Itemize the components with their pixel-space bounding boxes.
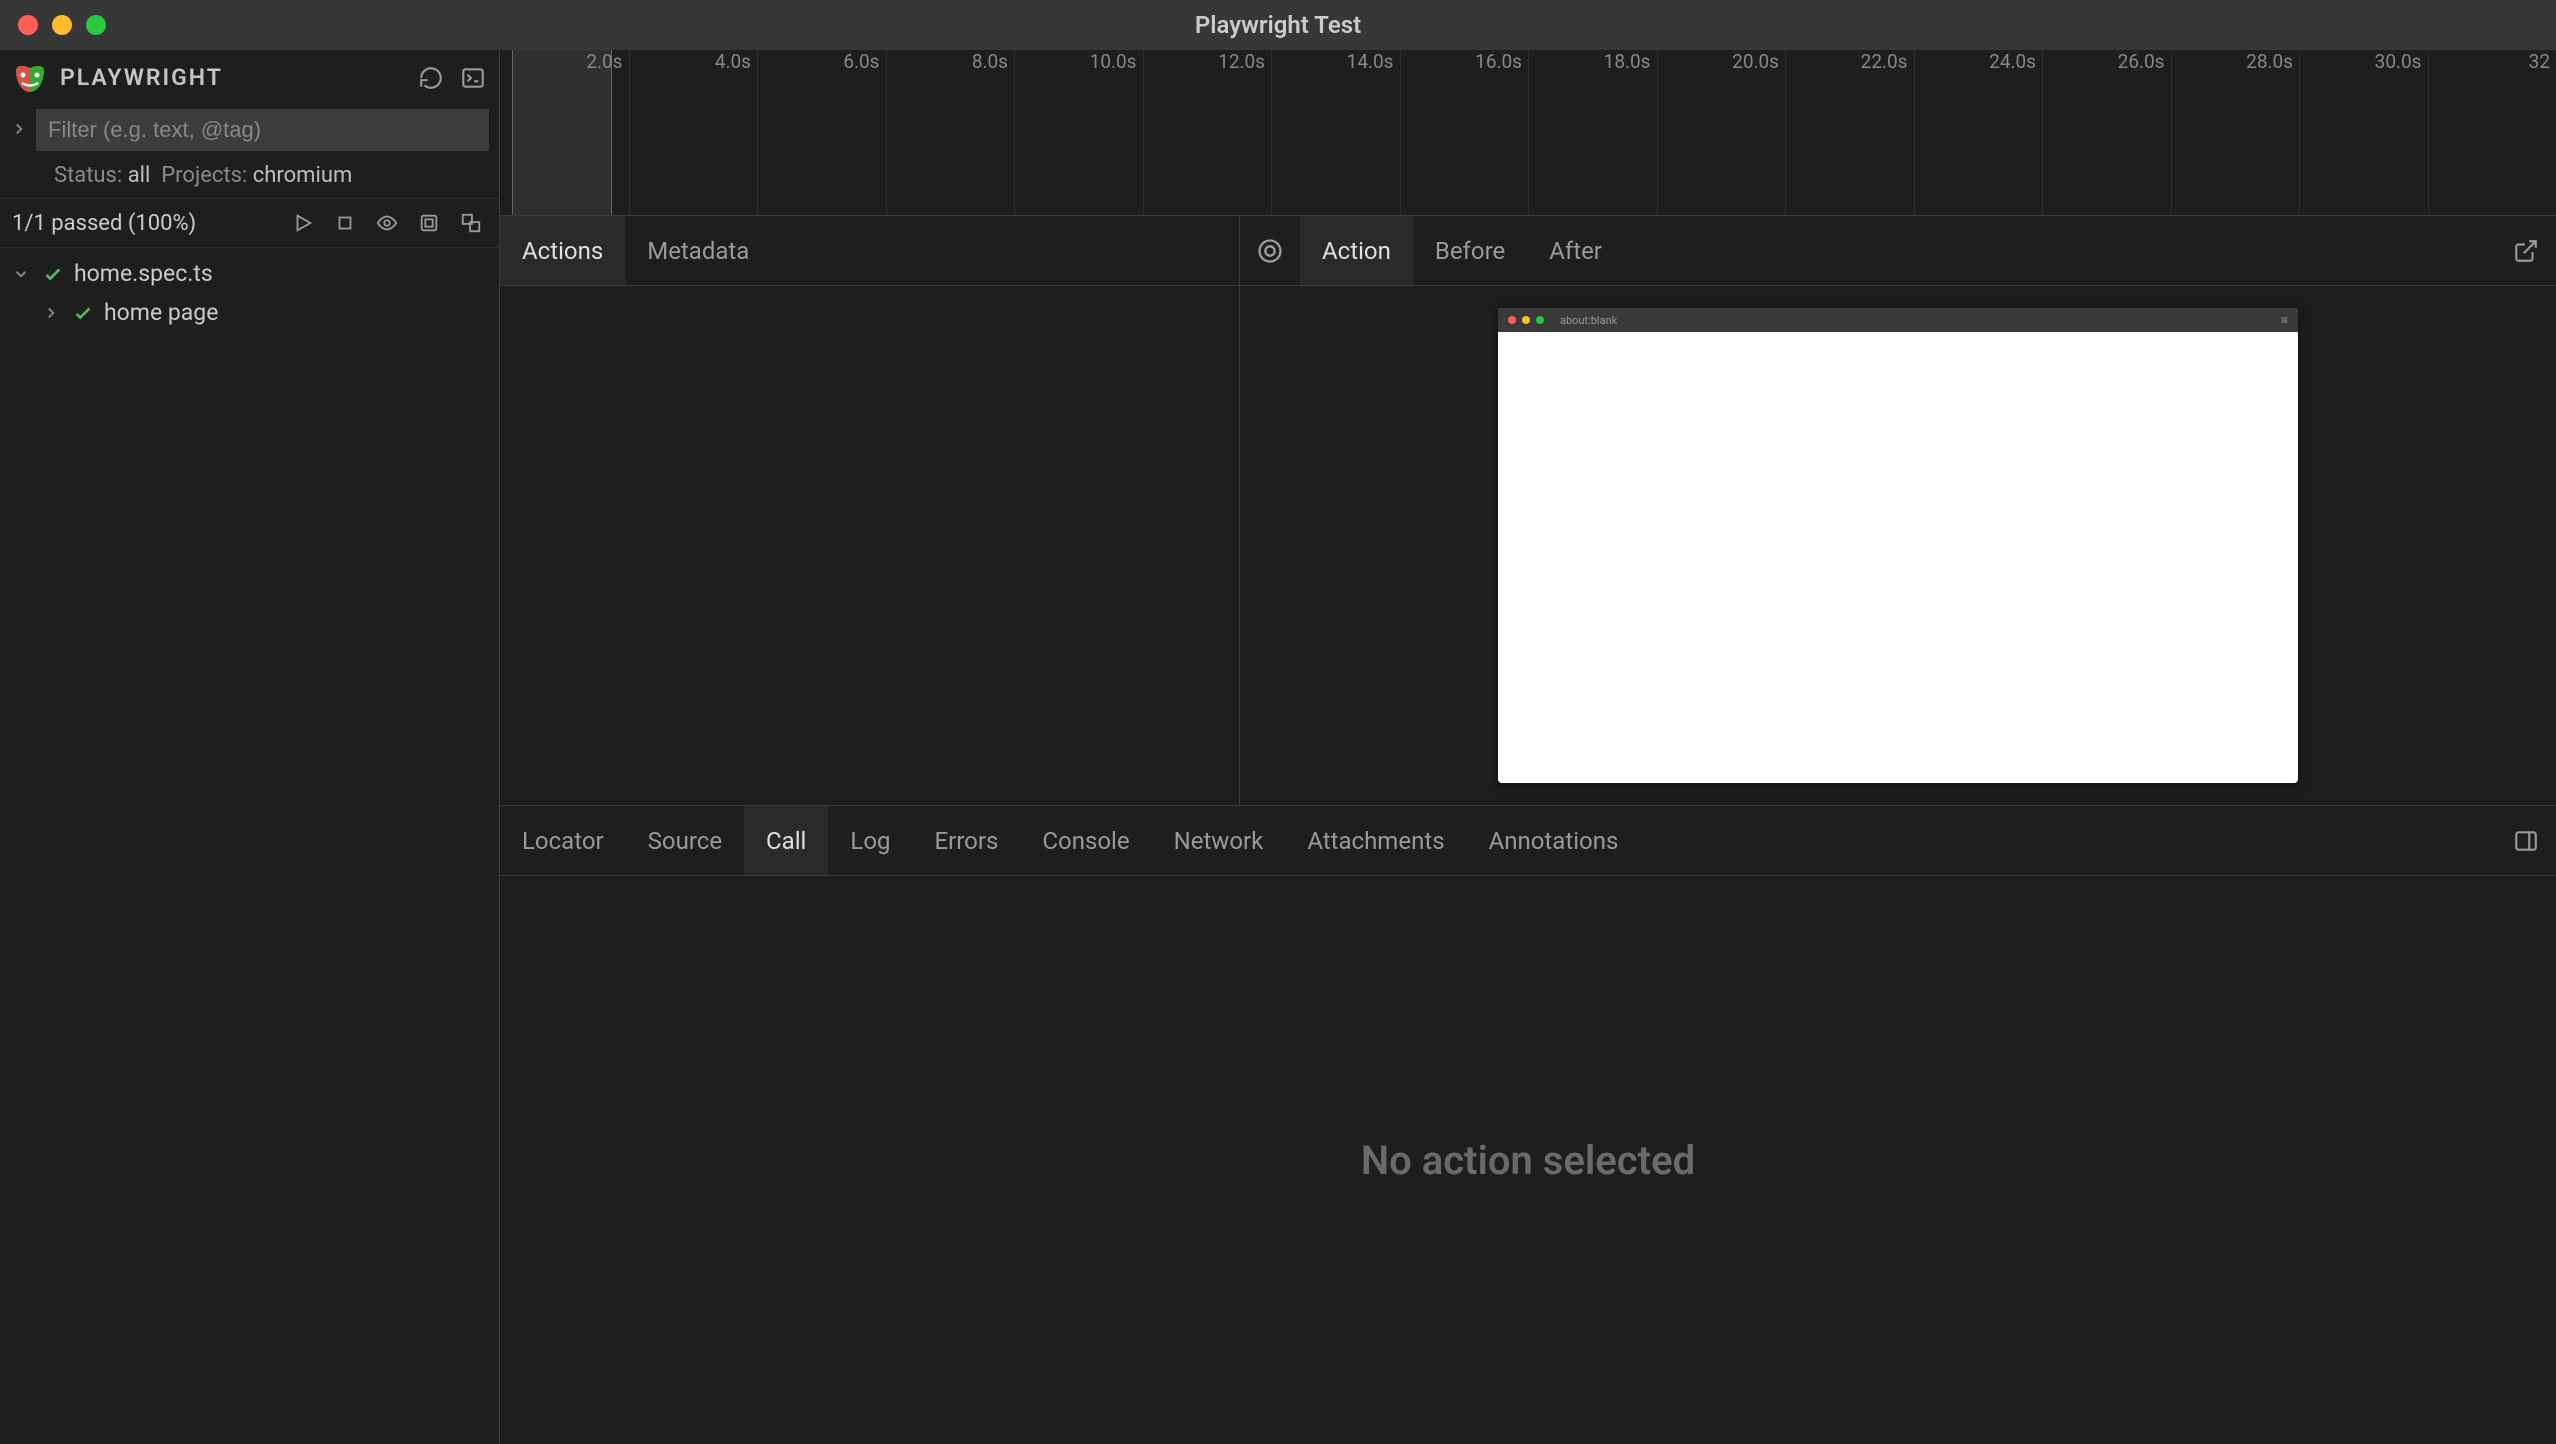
tree-item-file[interactable]: home.spec.ts — [0, 254, 499, 293]
tab-attachments[interactable]: Attachments — [1285, 806, 1466, 875]
check-icon — [72, 302, 94, 324]
timeline-gridline — [1014, 50, 1015, 215]
timeline-gridline — [629, 50, 630, 215]
tab-errors[interactable]: Errors — [913, 806, 1021, 875]
browser-content — [1498, 332, 2298, 783]
tab-action[interactable]: Action — [1300, 216, 1413, 285]
timeline-tick-label: 28.0s — [2246, 50, 2299, 73]
reload-button[interactable] — [415, 62, 447, 94]
timeline-tick-label: 30.0s — [2375, 50, 2428, 73]
browser-url: about:blank — [1560, 314, 1617, 327]
timeline-tick-label: 20.0s — [1732, 50, 1785, 73]
tab-log[interactable]: Log — [828, 806, 912, 875]
timeline-tick-label: 32 — [2529, 50, 2556, 73]
timeline-tick-label: 22.0s — [1861, 50, 1914, 73]
close-window-button[interactable] — [18, 15, 38, 35]
filter-expand-chevron-icon[interactable] — [10, 120, 30, 140]
timeline-gridline — [757, 50, 758, 215]
timeline-gridline — [1143, 50, 1144, 215]
tab-annotations[interactable]: Annotations — [1467, 806, 1641, 875]
timeline-gridline — [886, 50, 887, 215]
filter-input[interactable] — [36, 109, 489, 151]
playwright-logo-icon — [10, 58, 50, 98]
tree-label: home.spec.ts — [74, 260, 213, 287]
tab-network[interactable]: Network — [1152, 806, 1286, 875]
timeline-tick-label: 16.0s — [1475, 50, 1528, 73]
bottom-panel: Locator Source Call Log Errors Console N… — [500, 806, 2556, 1444]
timeline-tick-label: 8.0s — [972, 50, 1014, 73]
hamburger-icon: ≡ — [2281, 313, 2288, 327]
timeline-tick-label: 18.0s — [1604, 50, 1657, 73]
titlebar: Playwright Test — [0, 0, 2556, 50]
timeline-tick-label: 6.0s — [843, 50, 885, 73]
mini-close-icon — [1508, 316, 1516, 324]
timeline-tick-label: 24.0s — [1989, 50, 2042, 73]
watch-button[interactable] — [371, 207, 403, 239]
tab-source[interactable]: Source — [626, 806, 744, 875]
status-summary: Status: all Projects: chromium — [0, 155, 499, 198]
timeline[interactable]: 2.0s 4.0s 6.0s 8.0s 10.0s 12.0s 14.0s 16.0s 18.0… — [500, 50, 2556, 216]
window-controls — [18, 15, 106, 35]
timeline-tick-label: 4.0s — [715, 50, 757, 73]
timeline-gridline — [1657, 50, 1658, 215]
timeline-gridline — [2299, 50, 2300, 215]
terminal-button[interactable] — [457, 62, 489, 94]
tab-locator[interactable]: Locator — [500, 806, 626, 875]
timeline-tick-label: 26.0s — [2118, 50, 2171, 73]
window-title: Playwright Test — [1195, 11, 1361, 39]
timeline-gridline — [1400, 50, 1401, 215]
minimize-window-button[interactable] — [52, 15, 72, 35]
stop-button[interactable] — [329, 207, 361, 239]
chevron-down-icon — [12, 265, 32, 283]
mini-maximize-icon — [1536, 316, 1544, 324]
no-action-message: No action selected — [1361, 1137, 1695, 1184]
timeline-gridline — [1914, 50, 1915, 215]
timeline-gridline — [2428, 50, 2429, 215]
brand-label: PLAYWRIGHT — [60, 64, 405, 91]
tab-call[interactable]: Call — [744, 806, 828, 875]
timeline-gridline — [1528, 50, 1529, 215]
run-button[interactable] — [287, 207, 319, 239]
tab-before[interactable]: Before — [1413, 216, 1527, 285]
timeline-tick-label: 10.0s — [1090, 50, 1143, 73]
expand-button[interactable] — [455, 207, 487, 239]
timeline-gridline — [2171, 50, 2172, 215]
check-icon — [42, 263, 64, 285]
pass-count: 1/1 passed (100%) — [12, 211, 277, 236]
toggle-layout-button[interactable] — [2510, 825, 2542, 857]
popout-button[interactable] — [2510, 235, 2542, 267]
tab-metadata[interactable]: Metadata — [625, 216, 771, 285]
timeline-gridline — [2042, 50, 2043, 215]
sidebar: PLAYWRIGHT Status: all Projects: chromiu… — [0, 50, 500, 1444]
tab-actions[interactable]: Actions — [500, 216, 625, 285]
tab-console[interactable]: Console — [1020, 806, 1151, 875]
timeline-tick-label: 2.0s — [586, 50, 628, 73]
mini-minimize-icon — [1522, 316, 1530, 324]
collapse-button[interactable] — [413, 207, 445, 239]
actions-panel: Actions Metadata — [500, 216, 1240, 805]
tree-item-test[interactable]: home page — [0, 293, 499, 332]
timeline-gridline — [1785, 50, 1786, 215]
browser-preview: about:blank ≡ — [1498, 308, 2298, 783]
maximize-window-button[interactable] — [86, 15, 106, 35]
pick-locator-button[interactable] — [1240, 216, 1300, 285]
tree-label: home page — [104, 299, 218, 326]
test-tree: home.spec.ts home page — [0, 248, 499, 338]
timeline-tick-label: 12.0s — [1218, 50, 1271, 73]
tab-after[interactable]: After — [1527, 216, 1624, 285]
chevron-right-icon — [42, 304, 62, 322]
timeline-gridline — [1271, 50, 1272, 215]
browser-chrome: about:blank ≡ — [1498, 308, 2298, 332]
timeline-tick-label: 14.0s — [1347, 50, 1400, 73]
preview-panel: Action Before After — [1240, 216, 2556, 805]
